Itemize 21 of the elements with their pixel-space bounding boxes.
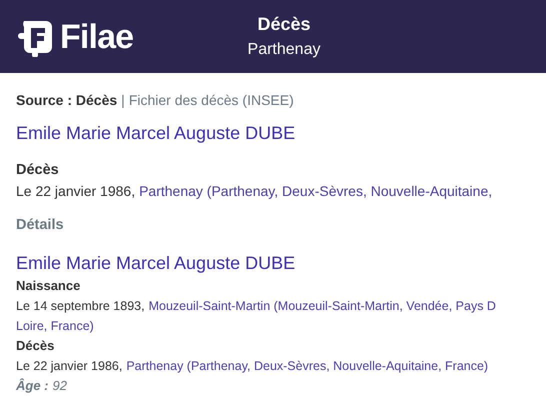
person-name-link[interactable]: Emile Marie Marcel Auguste DUBE <box>16 250 530 276</box>
event-label: Décès <box>16 161 60 180</box>
event-label: Naissance <box>16 277 82 295</box>
age-value: 92 <box>52 377 67 395</box>
source-label: Source : Décès <box>16 91 118 110</box>
age-label: Âge : <box>16 377 48 395</box>
source-detail: Fichier des décès (INSEE) <box>128 91 294 110</box>
person-name-link[interactable]: Emile Marie Marcel Auguste DUBE <box>16 120 530 146</box>
event-date: Le 14 septembre 1893, <box>16 298 145 315</box>
place-link[interactable]: Loire, France) <box>16 316 94 336</box>
event-date: Le 22 janvier 1986, <box>16 182 136 201</box>
logo-text[interactable]: Filae <box>60 20 134 54</box>
page-subtitle: Parthenay <box>248 40 320 60</box>
place-link[interactable]: Mouzeuil-Saint-Martin (Mouzeuil-Saint-Martin, Vendée, Pays D <box>148 296 496 316</box>
event-date: Le 22 janvier 1986, <box>16 358 122 375</box>
place-link[interactable]: Parthenay (Parthenay, Deux-Sèvres, Nouvelle-Aquitaine, <box>139 181 492 202</box>
details-link[interactable]: Détails <box>16 214 64 236</box>
event-label: Décès <box>16 337 56 355</box>
page-title: Décès <box>257 12 311 36</box>
place-link[interactable]: Parthenay (Parthenay, Deux-Sèvres, Nouvelle-Aquitaine, France) <box>126 356 488 376</box>
separator: | <box>121 91 125 110</box>
